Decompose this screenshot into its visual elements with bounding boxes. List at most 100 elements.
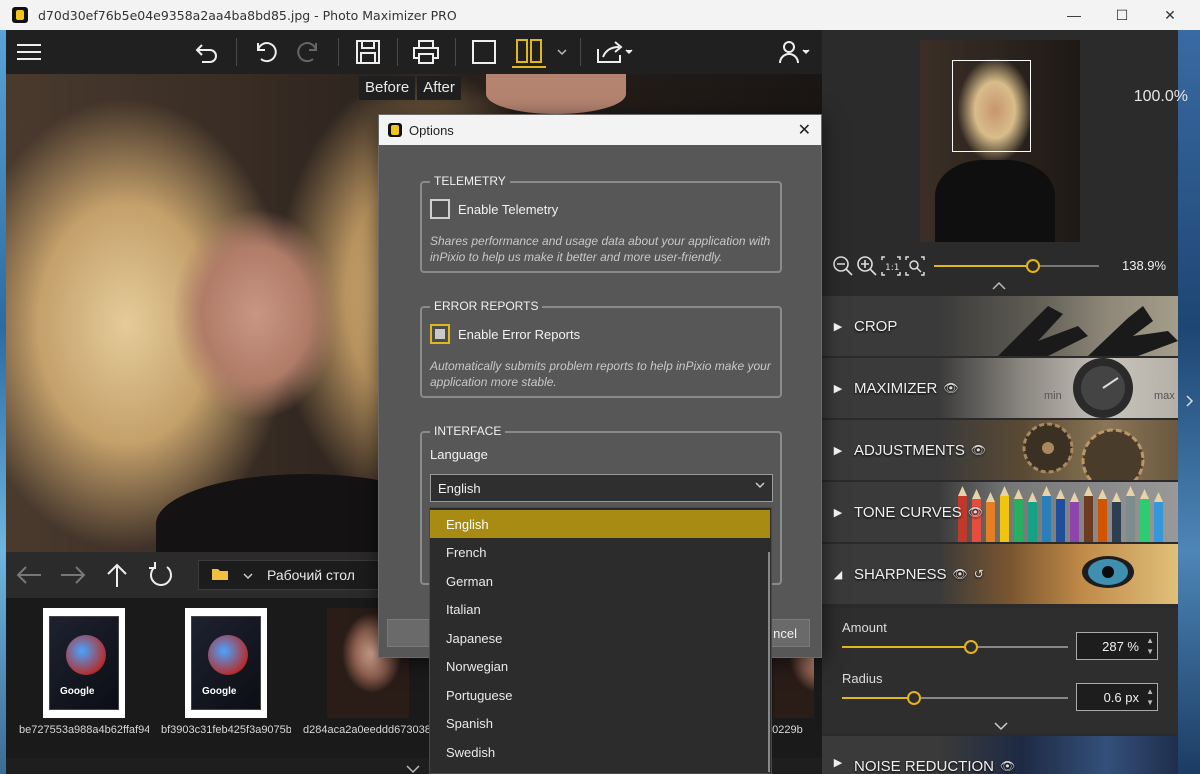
- maximize-button[interactable]: ☐: [1098, 0, 1146, 30]
- hamburger-icon[interactable]: [14, 36, 44, 68]
- maximizer-max-label: max: [1154, 390, 1175, 402]
- eye-icon[interactable]: 👁: [968, 505, 983, 519]
- back-arrow-icon[interactable]: [14, 560, 44, 590]
- language-option[interactable]: French: [430, 538, 770, 566]
- zoom-in-icon[interactable]: [856, 255, 878, 277]
- section-tone-curves[interactable]: ▶ TONE CURVES 👁: [822, 482, 1178, 542]
- svg-text:1:1: 1:1: [885, 263, 899, 273]
- undo-all-icon[interactable]: [192, 36, 222, 68]
- section-sharpness[interactable]: ◢ SHARPNESS 👁 ↺: [822, 544, 1178, 604]
- chevron-down-icon: ◢: [833, 568, 843, 581]
- pencil-shape: [1056, 499, 1065, 542]
- share-icon[interactable]: [594, 36, 636, 68]
- error-reports-checkbox[interactable]: [430, 324, 450, 344]
- app-icon: [388, 123, 402, 137]
- chevron-right-icon: ▶: [833, 756, 843, 769]
- chevron-down-icon[interactable]: [406, 761, 420, 774]
- close-button[interactable]: ✕: [1146, 0, 1194, 30]
- split-view-icon[interactable]: [512, 36, 546, 68]
- forward-arrow-icon[interactable]: [58, 560, 88, 590]
- language-option[interactable]: Portuguese: [430, 681, 770, 709]
- refresh-icon[interactable]: [146, 560, 176, 590]
- pencil-tip: [972, 489, 981, 499]
- undo-icon[interactable]: [250, 36, 280, 68]
- desktop-edge-right: [1178, 30, 1200, 774]
- dropdown-scrollbar[interactable]: [768, 552, 770, 772]
- language-option[interactable]: Spanish: [430, 709, 770, 737]
- language-option[interactable]: Swedish: [430, 738, 770, 766]
- section-label: MAXIMIZER: [854, 379, 938, 397]
- amount-field[interactable]: 287 % ▲ ▼: [1076, 632, 1158, 660]
- language-option[interactable]: Norwegian: [430, 652, 770, 680]
- main-toolbar: [6, 30, 822, 74]
- fit-to-screen-icon[interactable]: [904, 255, 926, 277]
- pencil-tip: [986, 492, 995, 502]
- actual-size-icon[interactable]: 1:1: [880, 255, 902, 277]
- language-option[interactable]: English: [430, 510, 770, 538]
- zoom-out-icon[interactable]: [832, 255, 854, 277]
- view-mode-chevron-icon[interactable]: [554, 36, 570, 68]
- film-item[interactable]: Google be727553a988a4b62ffaf941...: [19, 608, 149, 736]
- language-dropdown-list: English French German Italian Japanese N…: [429, 507, 772, 774]
- radius-label: Radius: [842, 671, 883, 686]
- radius-slider-knob[interactable]: [907, 691, 921, 705]
- dialog-close-icon[interactable]: ✕: [798, 120, 811, 140]
- reset-icon[interactable]: ↺: [974, 567, 984, 581]
- eye-icon[interactable]: 👁: [971, 443, 986, 457]
- language-option[interactable]: Japanese: [430, 624, 770, 652]
- pencil-tip: [1084, 486, 1093, 496]
- radius-slider[interactable]: [842, 691, 1068, 705]
- amount-value: 287 %: [1102, 638, 1139, 654]
- amount-slider-knob[interactable]: [964, 640, 978, 654]
- save-icon[interactable]: [353, 36, 383, 68]
- redo-icon[interactable]: [294, 36, 324, 68]
- language-option[interactable]: German: [430, 567, 770, 595]
- section-adjustments[interactable]: ▶ ADJUSTMENTS 👁: [822, 420, 1178, 480]
- section-maximizer[interactable]: min max ▶ MAXIMIZER 👁: [822, 358, 1178, 418]
- collapse-preview-icon[interactable]: [992, 280, 1006, 294]
- folder-icon: [211, 567, 229, 584]
- language-option[interactable]: Italian: [430, 595, 770, 623]
- account-icon[interactable]: [778, 36, 812, 68]
- minimize-button[interactable]: —: [1050, 0, 1098, 30]
- radius-field[interactable]: 0.6 px ▲ ▼: [1076, 683, 1158, 711]
- film-item-name: d284aca2a0eeddd673038b: [303, 724, 433, 736]
- section-title-wrap: NOISE REDUCTION 👁: [854, 758, 1015, 774]
- eye-icon[interactable]: 👁: [943, 381, 958, 395]
- language-select[interactable]: English: [430, 474, 773, 502]
- pencil-tip: [1126, 486, 1135, 496]
- eye-icon[interactable]: 👁: [1000, 759, 1015, 773]
- amount-label: Amount: [842, 620, 887, 635]
- error-reports-checkbox-row[interactable]: Enable Error Reports: [430, 324, 580, 344]
- print-icon[interactable]: [410, 36, 442, 68]
- folder-selector[interactable]: Рабочий стол: [198, 560, 383, 590]
- preview-selection-rect[interactable]: [952, 60, 1031, 152]
- spinner-arrows-icon[interactable]: ▲ ▼: [1146, 635, 1154, 657]
- amount-slider[interactable]: [842, 640, 1068, 654]
- expand-more-icon[interactable]: [994, 720, 1008, 734]
- error-reports-checkbox-label: Enable Error Reports: [458, 326, 581, 342]
- error-reports-group: ERROR REPORTS Enable Error Reports Autom…: [420, 299, 782, 398]
- section-title-wrap: SHARPNESS 👁 ↺: [854, 566, 984, 583]
- section-label: SHARPNESS: [854, 565, 947, 583]
- preview-body: [935, 160, 1055, 242]
- up-arrow-icon[interactable]: [102, 560, 132, 590]
- eye-icon[interactable]: 👁: [953, 567, 968, 581]
- pencil-shape: [1154, 502, 1163, 542]
- section-crop[interactable]: ▶ CROP: [822, 296, 1178, 356]
- pencil-tip: [1154, 492, 1163, 502]
- section-label: ADJUSTMENTS: [854, 441, 965, 459]
- telemetry-checkbox[interactable]: [430, 199, 450, 219]
- navigator-preview[interactable]: [920, 40, 1080, 242]
- single-view-icon[interactable]: [470, 36, 498, 68]
- zoom-slider[interactable]: [934, 259, 1099, 273]
- zoom-slider-knob[interactable]: [1026, 259, 1040, 273]
- film-item[interactable]: Google bf3903c31feb425f3a9075b4...: [161, 608, 291, 736]
- ok-button[interactable]: [387, 619, 435, 647]
- telemetry-checkbox-row[interactable]: Enable Telemetry: [430, 199, 558, 219]
- maximizer-banner: min max: [938, 358, 1178, 418]
- section-noise-reduction[interactable]: ▶ NOISE REDUCTION 👁: [822, 736, 1178, 774]
- chevron-right-icon: ▶: [833, 320, 843, 333]
- section-title-wrap: ADJUSTMENTS 👁: [854, 442, 986, 459]
- spinner-arrows-icon[interactable]: ▲ ▼: [1146, 686, 1154, 708]
